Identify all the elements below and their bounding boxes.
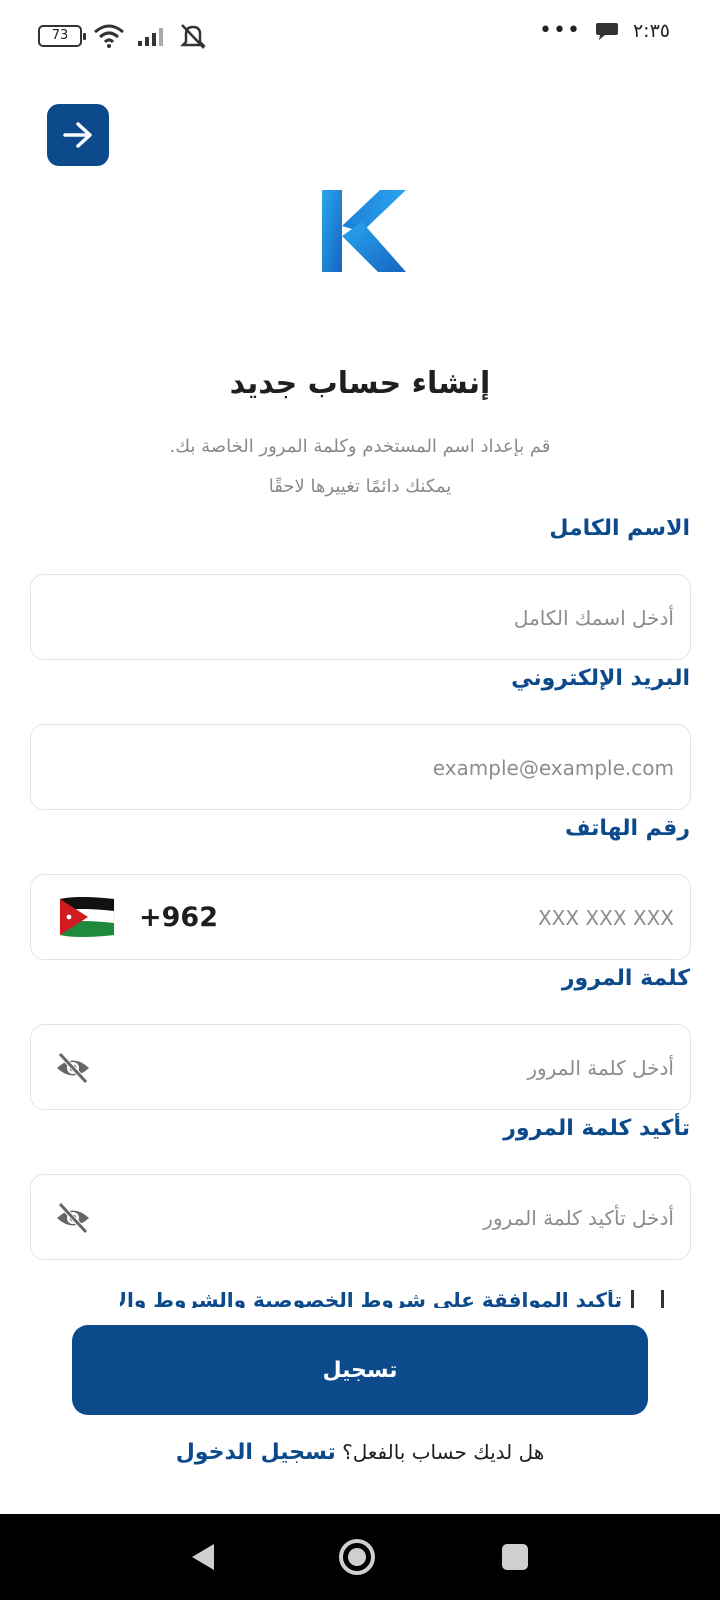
arrow-right-icon <box>63 122 92 148</box>
eye-off-icon[interactable] <box>55 1051 91 1085</box>
status-bar: 73 ••• ٢:٣٥ <box>0 0 720 66</box>
message-icon <box>595 23 618 40</box>
back-button[interactable] <box>47 104 109 166</box>
confirm-password-placeholder: أدخل تأكيد كلمة المرور <box>483 1206 674 1230</box>
wifi-icon <box>94 24 124 48</box>
phone-field[interactable]: +962 XXX XXX XXX <box>30 874 691 960</box>
phone-placeholder: XXX XXX XXX <box>537 906 674 930</box>
terms-row: تأكيد الموافقة على شروط الخصوصية والشروط… <box>120 1290 680 1308</box>
terms-checkbox[interactable] <box>631 1290 664 1308</box>
k-logo <box>322 190 406 272</box>
email-label: البريد الإلكتروني <box>511 666 690 691</box>
eye-off-icon[interactable] <box>55 1201 91 1235</box>
status-left: 73 <box>38 22 208 50</box>
battery-icon: 73 <box>38 25 86 47</box>
page-title: إنشاء حساب جديد <box>229 366 491 401</box>
status-right: ••• ٢:٣٥ <box>539 18 670 43</box>
system-nav-bar <box>0 1514 720 1600</box>
nav-back-icon[interactable] <box>190 1542 216 1572</box>
login-link[interactable]: تسجيل الدخول <box>176 1440 336 1465</box>
full-name-field[interactable]: أدخل اسمك الكامل <box>30 574 691 660</box>
phone-label: رقم الهاتف <box>564 816 690 841</box>
email-placeholder: example@example.com <box>432 756 674 780</box>
confirm-password-label: تأكيد كلمة المرور <box>503 1116 690 1141</box>
nav-recents-icon[interactable] <box>502 1544 528 1570</box>
password-placeholder: أدخل كلمة المرور <box>527 1056 674 1080</box>
email-field[interactable]: example@example.com <box>30 724 691 810</box>
subtitle-line-2: يمكنك دائمًا تغييرها لاحقًا <box>268 476 452 497</box>
full-name-label: الاسم الكامل <box>549 516 690 541</box>
password-field[interactable]: أدخل كلمة المرور <box>30 1024 691 1110</box>
jordan-flag-icon[interactable] <box>58 895 116 939</box>
terms-label[interactable]: تأكيد الموافقة على شروط الخصوصية والشروط… <box>120 1290 622 1308</box>
login-row: هل لديك حساب بالفعل؟ تسجيل الدخول <box>0 1440 720 1465</box>
country-code[interactable]: +962 <box>139 875 218 961</box>
mute-icon <box>179 24 207 49</box>
full-name-placeholder: أدخل اسمك الكامل <box>513 606 674 630</box>
register-button[interactable]: تسجيل <box>72 1325 648 1415</box>
more-dots: ••• <box>539 18 581 43</box>
clock: ٢:٣٥ <box>632 20 670 42</box>
signal-icon <box>138 28 163 46</box>
have-account-text: هل لديك حساب بالفعل؟ <box>342 1440 545 1464</box>
nav-home-icon[interactable] <box>338 1538 376 1576</box>
confirm-password-field[interactable]: أدخل تأكيد كلمة المرور <box>30 1174 691 1260</box>
password-label: كلمة المرور <box>561 966 690 991</box>
subtitle-line-1: قم بإعداد اسم المستخدم وكلمة المرور الخا… <box>169 436 551 457</box>
